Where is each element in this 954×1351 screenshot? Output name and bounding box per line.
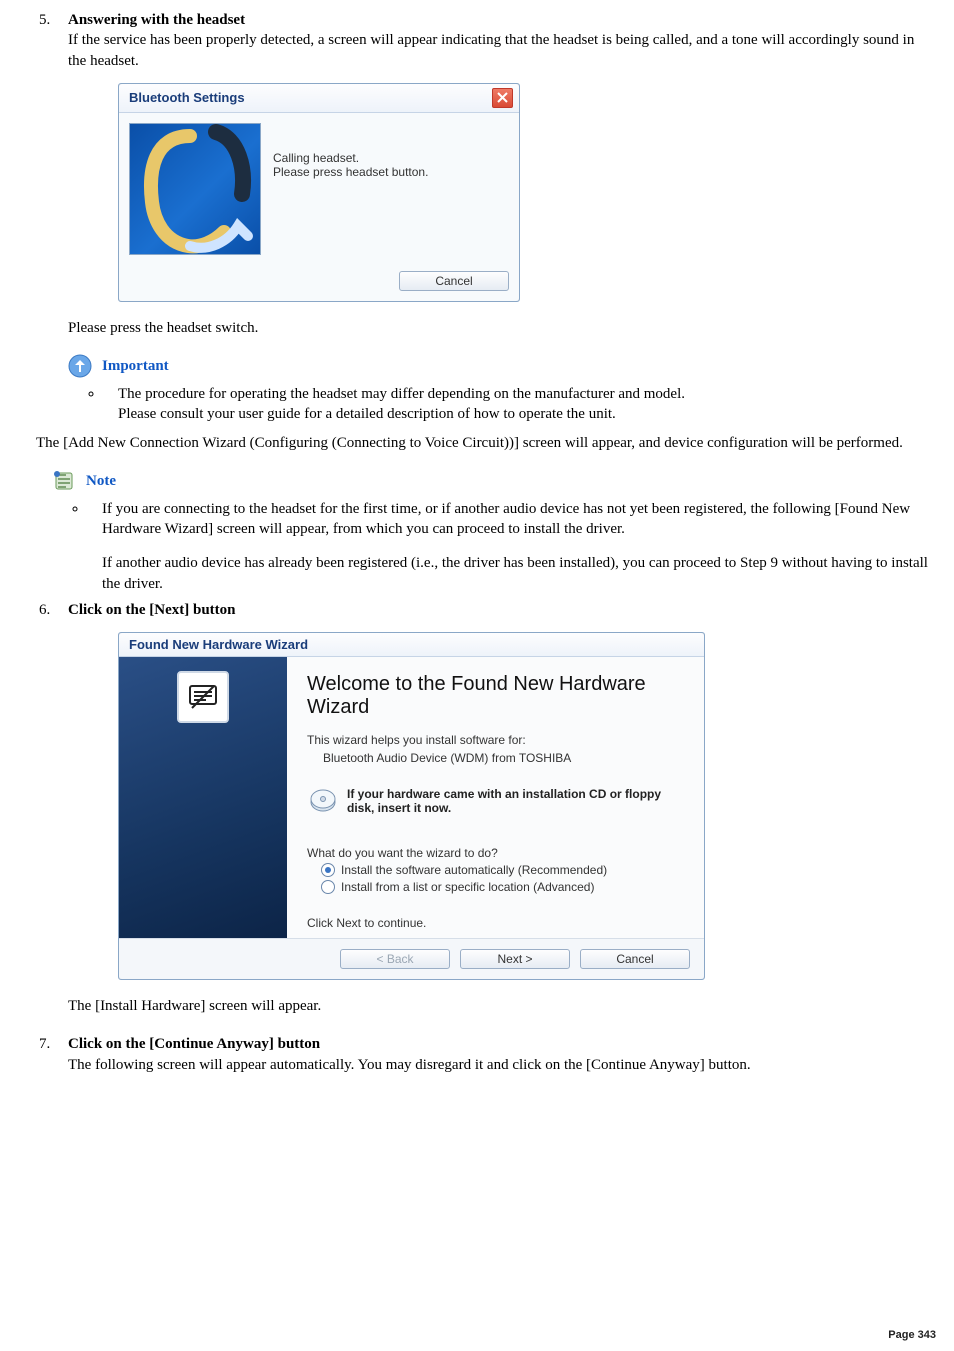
important-text-a: The procedure for operating the headset … <box>118 386 685 402</box>
step-7: Click on the [Continue Anyway] button Th… <box>54 1034 936 1075</box>
wizard-cd-text: If your hardware came with an installati… <box>347 787 684 815</box>
wizard-prompt: What do you want the wizard to do? <box>307 846 684 860</box>
cd-icon <box>309 787 337 818</box>
dialog2-title: Found New Hardware Wizard <box>119 633 704 657</box>
close-icon[interactable] <box>492 88 513 108</box>
important-bullet: The procedure for operating the headset … <box>104 384 936 425</box>
step-6-after: The [Install Hardware] screen will appea… <box>68 996 936 1016</box>
radio-label-1: Install the software automatically (Reco… <box>341 863 607 877</box>
back-button: < Back <box>340 949 450 969</box>
note-bullet: If you are connecting to the headset for… <box>88 499 936 594</box>
cancel-button[interactable]: Cancel <box>580 949 690 969</box>
important-text-b: Please consult your user guide for a det… <box>118 406 616 422</box>
radio-icon <box>321 863 335 877</box>
step-5-title: Answering with the headset <box>68 12 245 28</box>
step-6: Click on the [Next] button Found New Har… <box>54 600 936 1017</box>
dialog-titlebar: Bluetooth Settings <box>119 84 519 113</box>
step-5: Answering with the headset If the servic… <box>54 10 936 425</box>
wizard-line1: This wizard helps you install software f… <box>307 733 684 747</box>
radio-icon <box>321 880 335 894</box>
bluetooth-settings-dialog: Bluetooth Settings Calling headset. Plea… <box>118 83 520 302</box>
radio-option-recommended[interactable]: Install the software automatically (Reco… <box>321 863 684 877</box>
wizard-line2: Bluetooth Audio Device (WDM) from TOSHIB… <box>323 751 684 765</box>
next-button[interactable]: Next > <box>460 949 570 969</box>
hardware-wizard-dialog: Found New Hardware Wizard Welcome to the… <box>118 632 705 980</box>
dialog-message: Calling headset. Please press headset bu… <box>273 123 509 255</box>
note-text-b: If another audio device has already been… <box>102 555 928 591</box>
document-page: { "steps": { "s5": { "title": "Answering… <box>0 0 954 1351</box>
radio-label-2: Install from a list or specific location… <box>341 880 594 894</box>
headset-image <box>129 123 261 255</box>
wizard-continue: Click Next to continue. <box>307 916 684 930</box>
note-text-a: If you are connecting to the headset for… <box>102 501 910 537</box>
dialog-msg-line2: Please press headset button. <box>273 165 509 179</box>
note-label: Note <box>86 471 116 491</box>
important-icon <box>68 354 92 378</box>
step-5-after: Please press the headset switch. <box>68 318 936 338</box>
dialog-title: Bluetooth Settings <box>129 90 245 105</box>
radio-option-advanced[interactable]: Install from a list or specific location… <box>321 880 684 894</box>
step-7-text: The following screen will appear automat… <box>68 1057 751 1073</box>
page-footer: Page 343 <box>888 1329 936 1341</box>
step-5-text: If the service has been properly detecte… <box>68 32 914 68</box>
note-icon <box>52 469 76 493</box>
dialog-msg-line1: Calling headset. <box>273 151 509 165</box>
wizard-side-image <box>119 657 287 938</box>
cancel-button[interactable]: Cancel <box>399 271 509 291</box>
important-label: Important <box>102 356 169 376</box>
step-7-title: Click on the [Continue Anyway] button <box>68 1036 320 1052</box>
wizard-heading: Welcome to the Found New Hardware Wizard <box>307 673 684 719</box>
step-6-title: Click on the [Next] button <box>68 602 236 618</box>
mid-paragraph: The [Add New Connection Wizard (Configur… <box>36 433 918 453</box>
